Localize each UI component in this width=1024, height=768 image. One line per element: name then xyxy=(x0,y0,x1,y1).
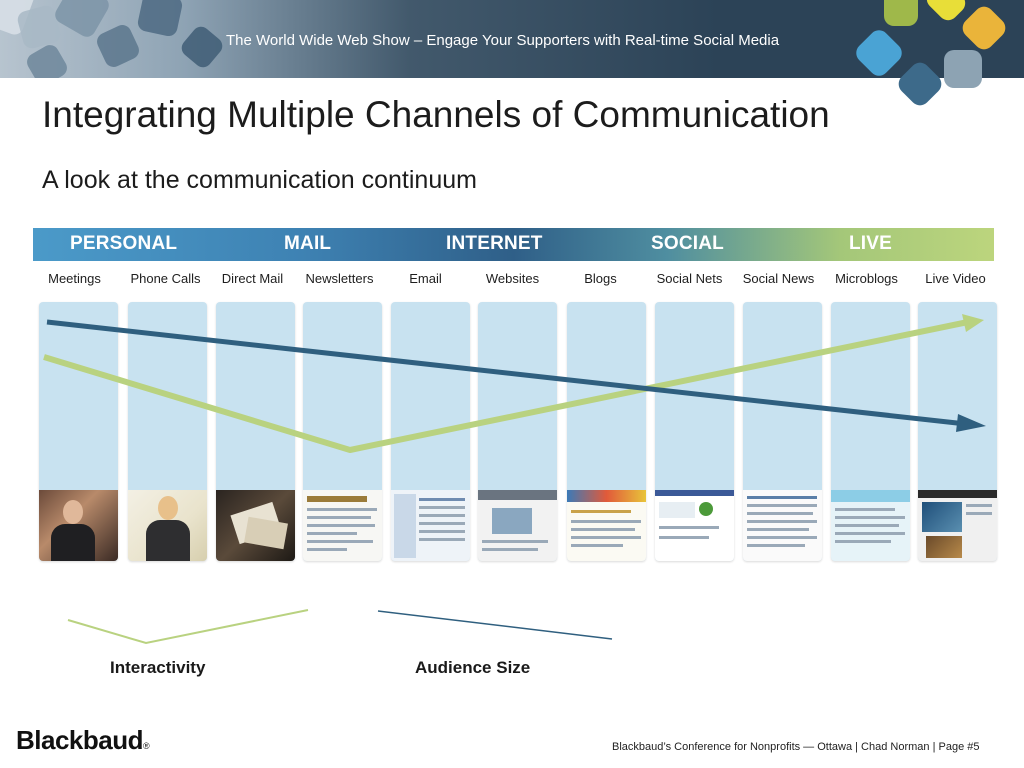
legend-interactivity: Interactivity xyxy=(110,658,206,677)
audience-trend-line xyxy=(46,319,967,427)
interactivity-trend-line xyxy=(43,319,969,453)
interactivity-legend-line xyxy=(67,609,309,645)
interactivity-arrowhead xyxy=(962,314,984,332)
logo-text: Blackbaud xyxy=(16,725,144,755)
legend-audience-size: Audience Size xyxy=(415,658,531,677)
registered-mark: ® xyxy=(143,741,150,751)
audience-arrowhead xyxy=(956,414,986,432)
footer-text: Blackbaud’s Conference for Nonprofits — … xyxy=(612,741,980,753)
trend-overlay xyxy=(43,314,986,645)
audience-legend-line xyxy=(377,610,613,640)
blackbaud-logo: Blackbaud® xyxy=(16,725,150,756)
